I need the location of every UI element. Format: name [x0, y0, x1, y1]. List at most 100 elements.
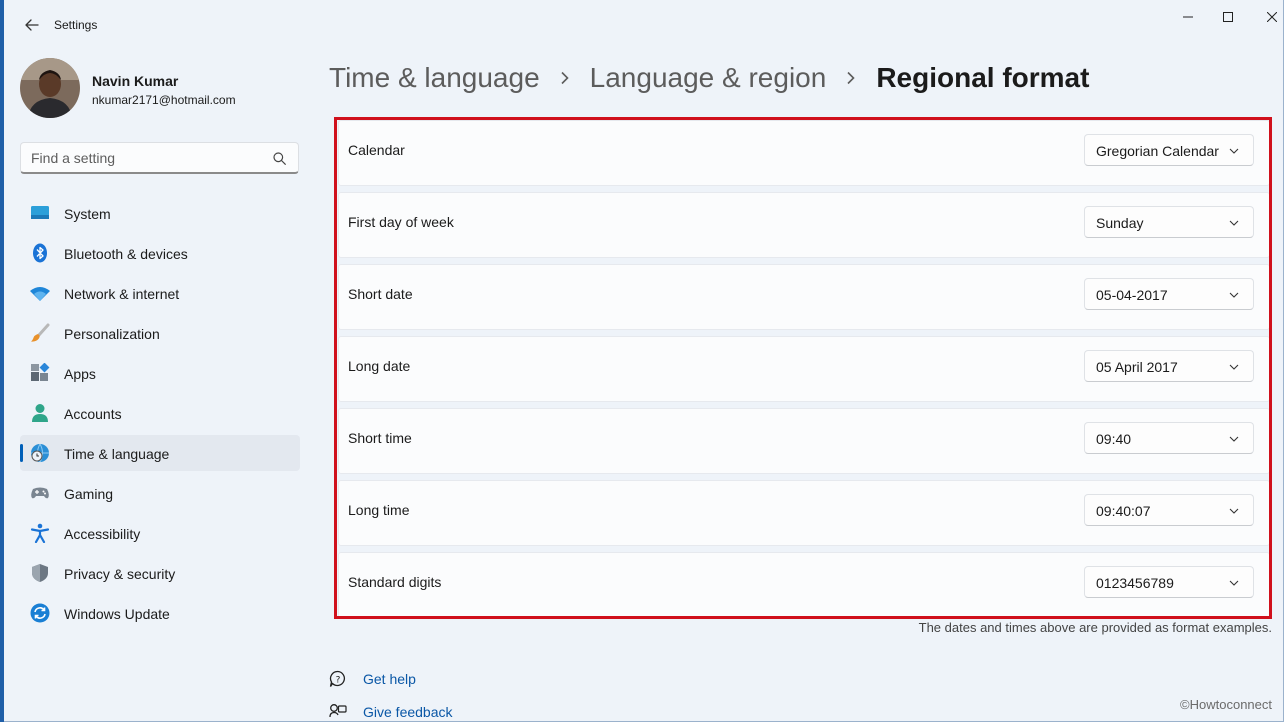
accessibility-icon [30, 523, 50, 543]
sidebar-item-label: Time & language [64, 446, 170, 462]
sidebar-item-label: System [64, 206, 111, 222]
search-box[interactable] [20, 142, 299, 174]
chevron-down-icon [1229, 220, 1239, 226]
setting-label: Long date [348, 358, 411, 374]
sidebar-item-accessibility[interactable]: Accessibility [20, 515, 300, 551]
short-time-dropdown[interactable]: 09:40 [1084, 422, 1254, 454]
regional-format-settings: Calendar Gregorian Calendar First day of… [338, 120, 1270, 624]
calendar-dropdown[interactable]: Gregorian Calendar [1084, 134, 1254, 166]
setting-label: Standard digits [348, 574, 442, 590]
maximize-icon [1223, 12, 1233, 22]
apps-icon [31, 363, 50, 381]
sidebar-item-label: Network & internet [64, 286, 180, 302]
close-button[interactable] [1252, 6, 1284, 28]
dropdown-value: Gregorian Calendar [1096, 143, 1219, 159]
chevron-right-icon [847, 71, 855, 85]
paintbrush-icon [31, 323, 50, 342]
first-day-of-week-dropdown[interactable]: Sunday [1084, 206, 1254, 238]
shield-icon [32, 564, 48, 582]
close-icon [1267, 12, 1277, 22]
sidebar-item-label: Privacy & security [64, 566, 176, 582]
get-help-label: Get help [363, 671, 416, 687]
setting-row-first-day-of-week: First day of week Sunday [338, 192, 1270, 258]
chevron-down-icon [1229, 436, 1239, 442]
accounts-icon [32, 404, 48, 422]
app-title: Settings [54, 18, 98, 32]
setting-label: First day of week [348, 214, 454, 230]
sidebar-item-network[interactable]: Network & internet [20, 275, 300, 311]
sidebar-item-accounts[interactable]: Accounts [20, 395, 300, 431]
dropdown-value: 09:40 [1096, 431, 1132, 447]
help-chat-icon: ? [329, 670, 346, 687]
standard-digits-dropdown[interactable]: 0123456789 [1084, 566, 1254, 598]
breadcrumb-language-region[interactable]: Language & region [590, 62, 827, 94]
user-photo-icon [20, 58, 80, 118]
dropdown-value: 09:40:07 [1096, 503, 1151, 519]
give-feedback-link[interactable]: Give feedback [329, 701, 453, 722]
svg-text:?: ? [336, 676, 341, 686]
sidebar-item-label: Accessibility [64, 526, 141, 542]
setting-label: Short date [348, 286, 413, 302]
setting-row-short-time: Short time 09:40 [338, 408, 1270, 474]
setting-row-long-date: Long date 05 April 2017 [338, 336, 1270, 402]
long-date-dropdown[interactable]: 05 April 2017 [1084, 350, 1254, 382]
dropdown-value: 05 April 2017 [1096, 359, 1178, 375]
setting-row-long-time: Long time 09:40:07 [338, 480, 1270, 546]
sidebar-nav: System Bluetooth & devices Network & int… [20, 195, 300, 635]
dropdown-value: Sunday [1096, 215, 1144, 231]
long-time-dropdown[interactable]: 09:40:07 [1084, 494, 1254, 526]
minimize-icon [1183, 16, 1193, 18]
format-examples-note: The dates and times above are provided a… [918, 620, 1272, 635]
sidebar-item-bluetooth[interactable]: Bluetooth & devices [20, 235, 300, 271]
title-bar: Settings [4, 0, 1284, 50]
maximize-button[interactable] [1208, 6, 1248, 28]
setting-label: Short time [348, 430, 412, 446]
chevron-right-icon [561, 71, 569, 85]
setting-label: Calendar [348, 142, 405, 158]
breadcrumb-time-language[interactable]: Time & language [329, 62, 540, 94]
watermark: ©Howtoconnect [1180, 697, 1272, 712]
update-icon [30, 603, 50, 623]
user-email: nkumar2171@hotmail.com [92, 93, 236, 107]
setting-row-calendar: Calendar Gregorian Calendar [338, 120, 1270, 186]
chevron-down-icon [1229, 148, 1239, 154]
wifi-icon [30, 287, 50, 301]
sidebar-item-label: Windows Update [64, 606, 170, 622]
chevron-down-icon [1229, 508, 1239, 514]
chevron-down-icon [1229, 580, 1239, 586]
sidebar-item-label: Gaming [64, 486, 114, 502]
sidebar-item-apps[interactable]: Apps [20, 355, 300, 391]
setting-row-short-date: Short date 05-04-2017 [338, 264, 1270, 330]
back-button[interactable] [18, 12, 46, 38]
sidebar-item-windows-update[interactable]: Windows Update [20, 595, 300, 631]
breadcrumb: Time & language Language & region Region… [329, 58, 1089, 98]
sidebar-item-privacy[interactable]: Privacy & security [20, 555, 300, 591]
minimize-button[interactable] [1168, 6, 1208, 28]
sidebar-item-system[interactable]: System [20, 195, 300, 231]
get-help-link[interactable]: ? Get help [329, 668, 416, 690]
page-title: Regional format [876, 62, 1090, 93]
sidebar-item-gaming[interactable]: Gaming [20, 475, 300, 511]
dropdown-value: 0123456789 [1096, 575, 1174, 591]
setting-label: Long time [348, 502, 410, 518]
search-icon[interactable] [273, 152, 286, 165]
sidebar-item-label: Bluetooth & devices [64, 246, 188, 262]
gamepad-icon [31, 487, 49, 499]
chevron-down-icon [1229, 292, 1239, 298]
avatar[interactable] [20, 58, 80, 118]
dropdown-value: 05-04-2017 [1096, 287, 1168, 303]
search-input[interactable] [21, 143, 261, 173]
globe-clock-icon [31, 443, 49, 463]
back-arrow-icon [25, 19, 39, 31]
sidebar-item-time-language[interactable]: Time & language [20, 435, 300, 471]
sidebar-item-label: Personalization [64, 326, 160, 342]
sidebar-item-label: Apps [64, 366, 96, 382]
give-feedback-label: Give feedback [363, 704, 453, 720]
sidebar-item-label: Accounts [64, 406, 122, 422]
bluetooth-icon [33, 243, 47, 263]
system-icon [31, 206, 49, 219]
chevron-down-icon [1229, 364, 1239, 370]
sidebar-item-personalization[interactable]: Personalization [20, 315, 300, 351]
setting-row-standard-digits: Standard digits 0123456789 [338, 552, 1270, 618]
short-date-dropdown[interactable]: 05-04-2017 [1084, 278, 1254, 310]
